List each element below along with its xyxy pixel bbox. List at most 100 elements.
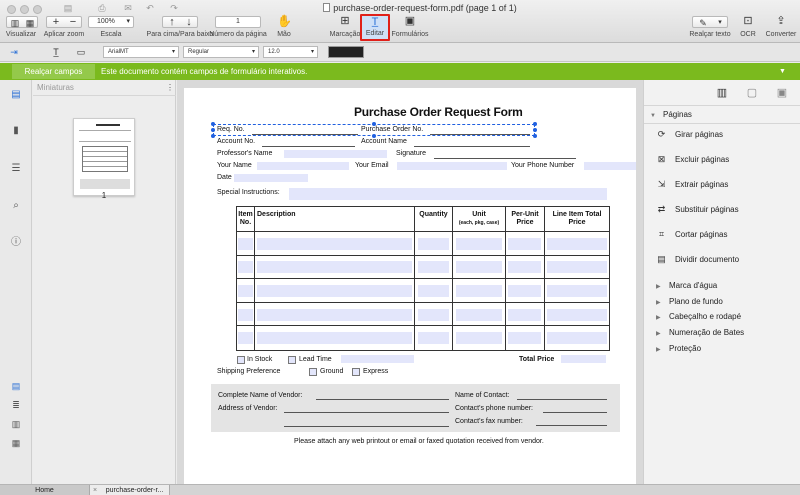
description-cell[interactable] — [257, 284, 412, 297]
highlighter-icon[interactable]: ✎ — [696, 17, 710, 29]
search-icon[interactable]: ⌕ — [9, 200, 23, 212]
page-tool-item[interactable]: ⇲ Extrair páginas — [656, 175, 729, 193]
page-tool-item[interactable]: ⇄ Substituir páginas — [656, 200, 739, 218]
selection-handle[interactable] — [533, 122, 537, 126]
editar-button[interactable]: T̲ Editar — [360, 14, 390, 41]
minimize-window-button[interactable] — [20, 5, 29, 14]
single-page-icon[interactable]: ▦ — [24, 17, 36, 29]
description-cell[interactable] — [257, 261, 412, 274]
selection-handle[interactable] — [211, 122, 215, 126]
signature-field[interactable] — [434, 158, 576, 159]
markup-icon[interactable]: ⊞ — [338, 15, 352, 27]
item-no-cell[interactable] — [238, 308, 253, 321]
page-thumbnail[interactable] — [73, 118, 135, 196]
info-icon[interactable]: ⓘ — [9, 237, 23, 249]
per-unit-price-cell[interactable] — [508, 284, 541, 297]
unit-cell[interactable] — [456, 332, 502, 345]
highlight-fields-button[interactable]: Realçar campos — [12, 64, 95, 79]
tab-document[interactable]: × purchase-order-r... — [90, 485, 170, 495]
contact-fax-field[interactable] — [536, 425, 607, 426]
quantity-cell[interactable] — [418, 284, 449, 297]
quantity-cell[interactable] — [418, 237, 449, 250]
unit-cell[interactable] — [456, 308, 502, 321]
zoom-segment[interactable]: + − — [46, 16, 82, 28]
your-phone-field[interactable] — [584, 162, 636, 170]
subsection-item[interactable]: ▶ Marca d'água — [656, 281, 717, 290]
item-no-cell[interactable] — [238, 237, 253, 250]
per-unit-price-cell[interactable] — [508, 237, 541, 250]
vendor-address-field-2[interactable] — [284, 426, 449, 427]
line-total-cell[interactable] — [547, 261, 607, 274]
font-size-select[interactable]: 12.0 ▾ — [263, 46, 318, 58]
zoom-window-button[interactable] — [33, 5, 42, 14]
quantity-cell[interactable] — [418, 308, 449, 321]
save-icon[interactable]: ▤ — [62, 2, 74, 14]
account-name-field[interactable] — [414, 146, 530, 147]
continuous-page-icon[interactable]: ≣ — [9, 399, 23, 411]
your-name-field[interactable] — [257, 162, 349, 170]
line-total-cell[interactable] — [547, 284, 607, 297]
pages-section-header[interactable]: ▼ Páginas — [650, 110, 692, 119]
font-color-swatch[interactable] — [328, 46, 364, 58]
tab-home[interactable]: Home — [0, 485, 90, 495]
ground-checkbox[interactable] — [309, 368, 317, 376]
hand-tool-icon[interactable]: ✋ — [277, 15, 292, 27]
special-instructions-field[interactable] — [289, 188, 607, 200]
selection-handle[interactable] — [533, 128, 537, 132]
print-icon[interactable]: ⎙ — [96, 2, 108, 14]
account-no-field[interactable] — [262, 146, 355, 147]
po-no-field[interactable] — [430, 134, 530, 135]
more-options-icon[interactable]: ⋮ — [166, 80, 174, 96]
per-unit-price-cell[interactable] — [508, 308, 541, 321]
arrow-down-icon[interactable]: ↓ — [182, 16, 196, 28]
selection-handle[interactable] — [533, 134, 537, 138]
pages-tab-icon[interactable]: ▥ — [715, 86, 729, 100]
bookmark-icon[interactable]: ▮ — [9, 125, 23, 137]
date-field[interactable] — [234, 174, 308, 182]
ocr-icon[interactable]: ⊡ — [741, 15, 755, 27]
unit-cell[interactable] — [456, 284, 502, 297]
req-no-field[interactable] — [252, 134, 358, 135]
chevron-down-icon[interactable]: ▾ — [715, 17, 725, 29]
zoom-in-icon[interactable]: + — [49, 16, 63, 28]
lead-time-checkbox[interactable] — [288, 356, 296, 364]
convert-icon[interactable]: ⇪ — [774, 15, 788, 27]
zoom-select[interactable]: 100% ▾ — [88, 16, 134, 28]
page-nav-segment[interactable]: ↑ ↓ — [162, 16, 198, 28]
text-box-icon[interactable]: ▭ — [75, 46, 87, 58]
select-arrow-icon[interactable]: ⇥ — [8, 46, 20, 58]
subsection-item[interactable]: ▶ Numeração de Bates — [656, 328, 744, 337]
unit-cell[interactable] — [456, 261, 502, 274]
arrow-up-icon[interactable]: ↑ — [165, 16, 179, 28]
selection-handle[interactable] — [211, 128, 215, 132]
item-no-cell[interactable] — [238, 261, 253, 274]
selection-handle[interactable] — [211, 134, 215, 138]
thumbnails-icon[interactable]: ▤ — [9, 89, 23, 101]
two-page-icon[interactable]: ▥ — [9, 418, 23, 430]
quantity-cell[interactable] — [418, 332, 449, 345]
undo-icon[interactable]: ↶ — [144, 2, 156, 14]
page-tool-item[interactable]: ⟳ Girar páginas — [656, 125, 723, 143]
close-window-button[interactable] — [7, 5, 16, 14]
line-total-cell[interactable] — [547, 332, 607, 345]
line-total-cell[interactable] — [547, 308, 607, 321]
vendor-address-field[interactable] — [284, 412, 449, 413]
subsection-item[interactable]: ▶ Cabeçalho e rodapé — [656, 312, 741, 321]
document-tab-icon[interactable]: ▢ — [745, 86, 759, 100]
contact-phone-field[interactable] — [543, 412, 607, 413]
description-cell[interactable] — [257, 237, 412, 250]
item-no-cell[interactable] — [238, 284, 253, 297]
per-unit-price-cell[interactable] — [508, 332, 541, 345]
description-cell[interactable] — [257, 308, 412, 321]
contact-name-field[interactable] — [517, 399, 607, 400]
page-number-input[interactable]: 1 — [215, 16, 261, 28]
redo-icon[interactable]: ↷ — [168, 2, 180, 14]
zoom-out-icon[interactable]: − — [66, 16, 80, 28]
forms-icon[interactable]: ▣ — [403, 15, 417, 27]
page-tool-item[interactable]: ⊠ Excluir páginas — [656, 150, 730, 168]
total-price-field[interactable] — [561, 355, 606, 363]
view-mode-segment[interactable]: ▥ ▦ — [6, 16, 38, 28]
your-email-field[interactable] — [397, 162, 507, 170]
vendor-name-field[interactable] — [316, 399, 449, 400]
close-tab-icon[interactable]: × — [93, 485, 97, 495]
